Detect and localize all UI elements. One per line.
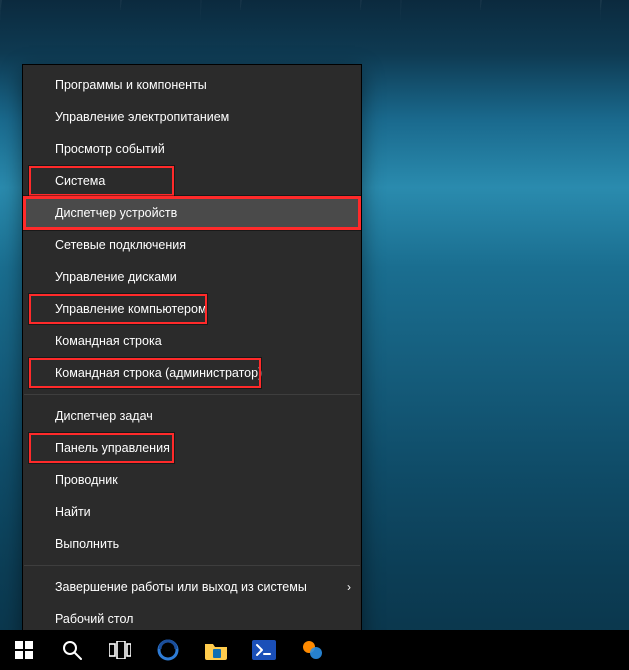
menu-separator [24, 565, 360, 566]
menu-item-control-panel[interactable]: Панель управления [23, 432, 361, 464]
menu-item-label: Выполнить [55, 537, 119, 551]
explorer-icon [204, 640, 228, 660]
menu-item-label: Сетевые подключения [55, 238, 186, 252]
menu-item-power-options[interactable]: Управление электропитанием [23, 101, 361, 133]
task-view-button[interactable] [96, 630, 144, 670]
menu-item-device-manager[interactable]: Диспетчер устройств [23, 197, 361, 229]
menu-item-explorer[interactable]: Проводник [23, 464, 361, 496]
menu-item-label: Командная строка (администратор) [55, 366, 262, 380]
menu-item-label: Система [55, 174, 105, 188]
menu-item-label: Управление электропитанием [55, 110, 229, 124]
extra-icon [300, 639, 324, 661]
menu-item-label: Найти [55, 505, 91, 519]
menu-item-label: Командная строка [55, 334, 162, 348]
edge-browser[interactable] [144, 630, 192, 670]
file-explorer[interactable] [192, 630, 240, 670]
menu-item-label: Просмотр событий [55, 142, 165, 156]
chevron-right-icon: › [347, 578, 351, 596]
search-button[interactable] [48, 630, 96, 670]
windows-icon [15, 641, 33, 659]
search-icon [62, 640, 82, 660]
menu-item-label: Управление дисками [55, 270, 177, 284]
taskview-icon [109, 641, 131, 659]
menu-item-task-mgr[interactable]: Диспетчер задач [23, 400, 361, 432]
winx-context-menu: Программы и компоненты Управление электро… [22, 64, 362, 640]
taskbar [0, 630, 629, 670]
menu-item-label: Управление компьютером [55, 302, 207, 316]
menu-item-run[interactable]: Выполнить [23, 528, 361, 560]
menu-item-system[interactable]: Система [23, 165, 361, 197]
menu-item-cmd-admin[interactable]: Командная строка (администратор) [23, 357, 361, 389]
menu-item-cmd[interactable]: Командная строка [23, 325, 361, 357]
menu-separator [24, 394, 360, 395]
extra-app[interactable] [288, 630, 336, 670]
powershell[interactable] [240, 630, 288, 670]
menu-item-label: Панель управления [55, 441, 170, 455]
menu-item-event-viewer[interactable]: Просмотр событий [23, 133, 361, 165]
menu-item-search[interactable]: Найти [23, 496, 361, 528]
start-button[interactable] [0, 630, 48, 670]
menu-item-label: Диспетчер задач [55, 409, 153, 423]
menu-item-programs-features[interactable]: Программы и компоненты [23, 69, 361, 101]
menu-item-label: Завершение работы или выход из системы [55, 580, 307, 594]
menu-item-network-connections[interactable]: Сетевые подключения [23, 229, 361, 261]
menu-item-shutdown[interactable]: Завершение работы или выход из системы › [23, 571, 361, 603]
ps-icon [252, 640, 276, 660]
menu-item-label: Проводник [55, 473, 118, 487]
edge-icon [156, 638, 180, 662]
menu-item-label: Программы и компоненты [55, 78, 207, 92]
menu-item-disk-mgmt[interactable]: Управление дисками [23, 261, 361, 293]
menu-item-label: Диспетчер устройств [55, 206, 177, 220]
menu-item-computer-mgmt[interactable]: Управление компьютером [23, 293, 361, 325]
menu-item-label: Рабочий стол [55, 612, 133, 626]
